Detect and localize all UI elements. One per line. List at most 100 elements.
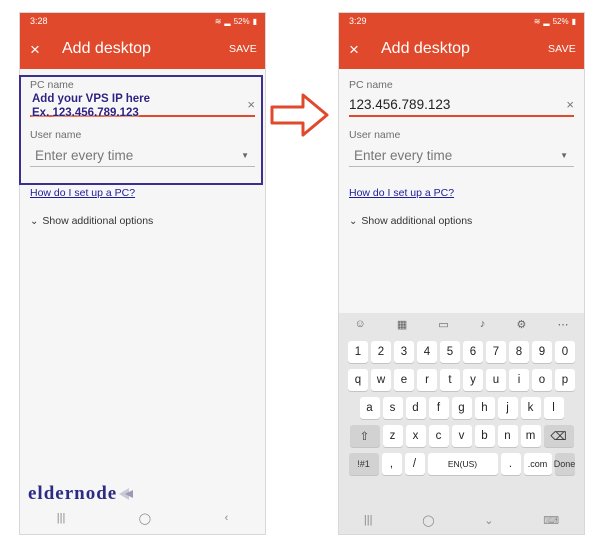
app-bar: × Add desktop SAVE	[20, 29, 265, 69]
signal-icon: ▂	[224, 16, 231, 26]
key-k[interactable]: k	[520, 397, 541, 419]
home-icon[interactable]: ◯	[422, 514, 434, 527]
key-d[interactable]: d	[405, 397, 426, 419]
key-p[interactable]: p	[555, 369, 575, 391]
home-icon[interactable]: ◯	[139, 512, 151, 525]
key-g[interactable]: g	[451, 397, 472, 419]
arrow-icon	[270, 93, 329, 137]
page-title: Add desktop	[381, 40, 470, 57]
dotcom-key[interactable]: .com	[523, 453, 552, 475]
key-m[interactable]: m	[520, 425, 541, 447]
battery-icon: ▮	[571, 16, 576, 26]
keyboard: ☺ ▦ ▭ ♪ ⚙ ⋯ 1234567890 qwertyuiop asdfgh…	[339, 313, 584, 534]
key-h[interactable]: h	[474, 397, 495, 419]
key-j[interactable]: j	[497, 397, 518, 419]
keyboard-switch-icon[interactable]: ⌨	[543, 514, 559, 527]
keyboard-row-numbers: 1234567890	[339, 341, 584, 363]
shift-key[interactable]: ⇧	[349, 425, 380, 447]
emoji-icon[interactable]: ☺	[355, 318, 366, 330]
key-6[interactable]: 6	[463, 341, 483, 363]
key-3[interactable]: 3	[394, 341, 414, 363]
comma-key[interactable]: ,	[381, 453, 402, 475]
back-icon[interactable]: ‹	[225, 512, 229, 524]
close-icon[interactable]: ×	[349, 41, 371, 58]
nav-bar: ||| ◯ ⌄ ⌨	[339, 506, 584, 534]
phone-right: 3:29 ≋ ▂ 52% ▮ × Add desktop SAVE PC nam…	[338, 12, 585, 535]
additional-options-label: Show additional options	[361, 215, 473, 227]
pc-name-field[interactable]: 123.456.789.123 ×	[349, 93, 574, 117]
save-button[interactable]: SAVE	[548, 43, 576, 55]
key-c[interactable]: c	[428, 425, 449, 447]
key-a[interactable]: a	[359, 397, 380, 419]
key-t[interactable]: t	[440, 369, 460, 391]
sticker-icon[interactable]: ▦	[397, 318, 407, 331]
key-v[interactable]: v	[451, 425, 472, 447]
key-5[interactable]: 5	[440, 341, 460, 363]
key-1[interactable]: 1	[348, 341, 368, 363]
microphone-icon[interactable]: ♪	[480, 318, 486, 330]
more-icon[interactable]: ⋯	[557, 318, 568, 331]
additional-options-toggle[interactable]: ⌄ Show additional options	[349, 215, 574, 227]
key-s[interactable]: s	[382, 397, 403, 419]
additional-options-label: Show additional options	[42, 215, 154, 227]
key-o[interactable]: o	[532, 369, 552, 391]
key-y[interactable]: y	[463, 369, 483, 391]
space-key[interactable]: EN(US)	[427, 453, 498, 475]
slash-key[interactable]: /	[404, 453, 425, 475]
pc-name-input[interactable]: 123.456.789.123	[349, 97, 450, 112]
save-button[interactable]: SAVE	[229, 43, 257, 55]
recent-apps-icon[interactable]: |||	[57, 512, 66, 524]
key-n[interactable]: n	[497, 425, 518, 447]
close-icon[interactable]: ×	[30, 41, 52, 58]
key-z[interactable]: z	[382, 425, 403, 447]
status-time: 3:28	[30, 16, 48, 26]
clear-icon[interactable]: ×	[566, 97, 574, 112]
setup-help-link[interactable]: How do I set up a PC?	[349, 187, 574, 199]
signal-icon: ▂	[543, 16, 550, 26]
chevron-down-icon: ⌄	[349, 215, 358, 227]
keyboard-toolbar: ☺ ▦ ▭ ♪ ⚙ ⋯	[339, 313, 584, 335]
status-time: 3:29	[349, 16, 367, 26]
key-l[interactable]: l	[543, 397, 564, 419]
key-9[interactable]: 9	[532, 341, 552, 363]
key-w[interactable]: w	[371, 369, 391, 391]
logo-icon	[119, 488, 134, 500]
nav-bar: ||| ◯ ‹	[20, 502, 265, 534]
battery-icon: ▮	[252, 16, 257, 26]
additional-options-toggle[interactable]: ⌄ Show additional options	[30, 215, 255, 227]
app-bar: × Add desktop SAVE	[339, 29, 584, 69]
backspace-key[interactable]: ⌫	[543, 425, 574, 447]
user-name-select[interactable]: Enter every time ▼	[349, 145, 574, 167]
key-r[interactable]: r	[417, 369, 437, 391]
period-key[interactable]: .	[500, 453, 521, 475]
pc-name-label: PC name	[349, 79, 393, 91]
key-x[interactable]: x	[405, 425, 426, 447]
hide-keyboard-icon[interactable]: ⌄	[484, 514, 493, 527]
key-q[interactable]: q	[348, 369, 368, 391]
key-b[interactable]: b	[474, 425, 495, 447]
annotation: Add your VPS IP here Ex. 123.456.789.123	[32, 92, 150, 120]
keyboard-row-space: !#1 , / EN(US) . .com Done	[339, 453, 584, 475]
wifi-icon: ≋	[533, 16, 541, 26]
logo: eldernode	[28, 483, 135, 505]
key-0[interactable]: 0	[555, 341, 575, 363]
battery-level: 52%	[233, 16, 250, 26]
wifi-icon: ≋	[214, 16, 222, 26]
key-i[interactable]: i	[509, 369, 529, 391]
recent-apps-icon[interactable]: |||	[364, 514, 373, 526]
key-7[interactable]: 7	[486, 341, 506, 363]
keyboard-row-top: qwertyuiop	[339, 369, 584, 391]
key-u[interactable]: u	[486, 369, 506, 391]
key-2[interactable]: 2	[371, 341, 391, 363]
gif-icon[interactable]: ▭	[438, 318, 448, 331]
key-4[interactable]: 4	[417, 341, 437, 363]
done-key[interactable]: Done	[554, 453, 575, 475]
key-f[interactable]: f	[428, 397, 449, 419]
key-e[interactable]: e	[394, 369, 414, 391]
setup-help-link[interactable]: How do I set up a PC?	[30, 187, 255, 199]
keyboard-row-bottom: ⇧ z x c v b n m ⌫	[339, 425, 584, 447]
key-8[interactable]: 8	[509, 341, 529, 363]
user-name-value: Enter every time	[354, 148, 453, 163]
symbols-key[interactable]: !#1	[348, 453, 379, 475]
settings-icon[interactable]: ⚙	[516, 318, 526, 331]
